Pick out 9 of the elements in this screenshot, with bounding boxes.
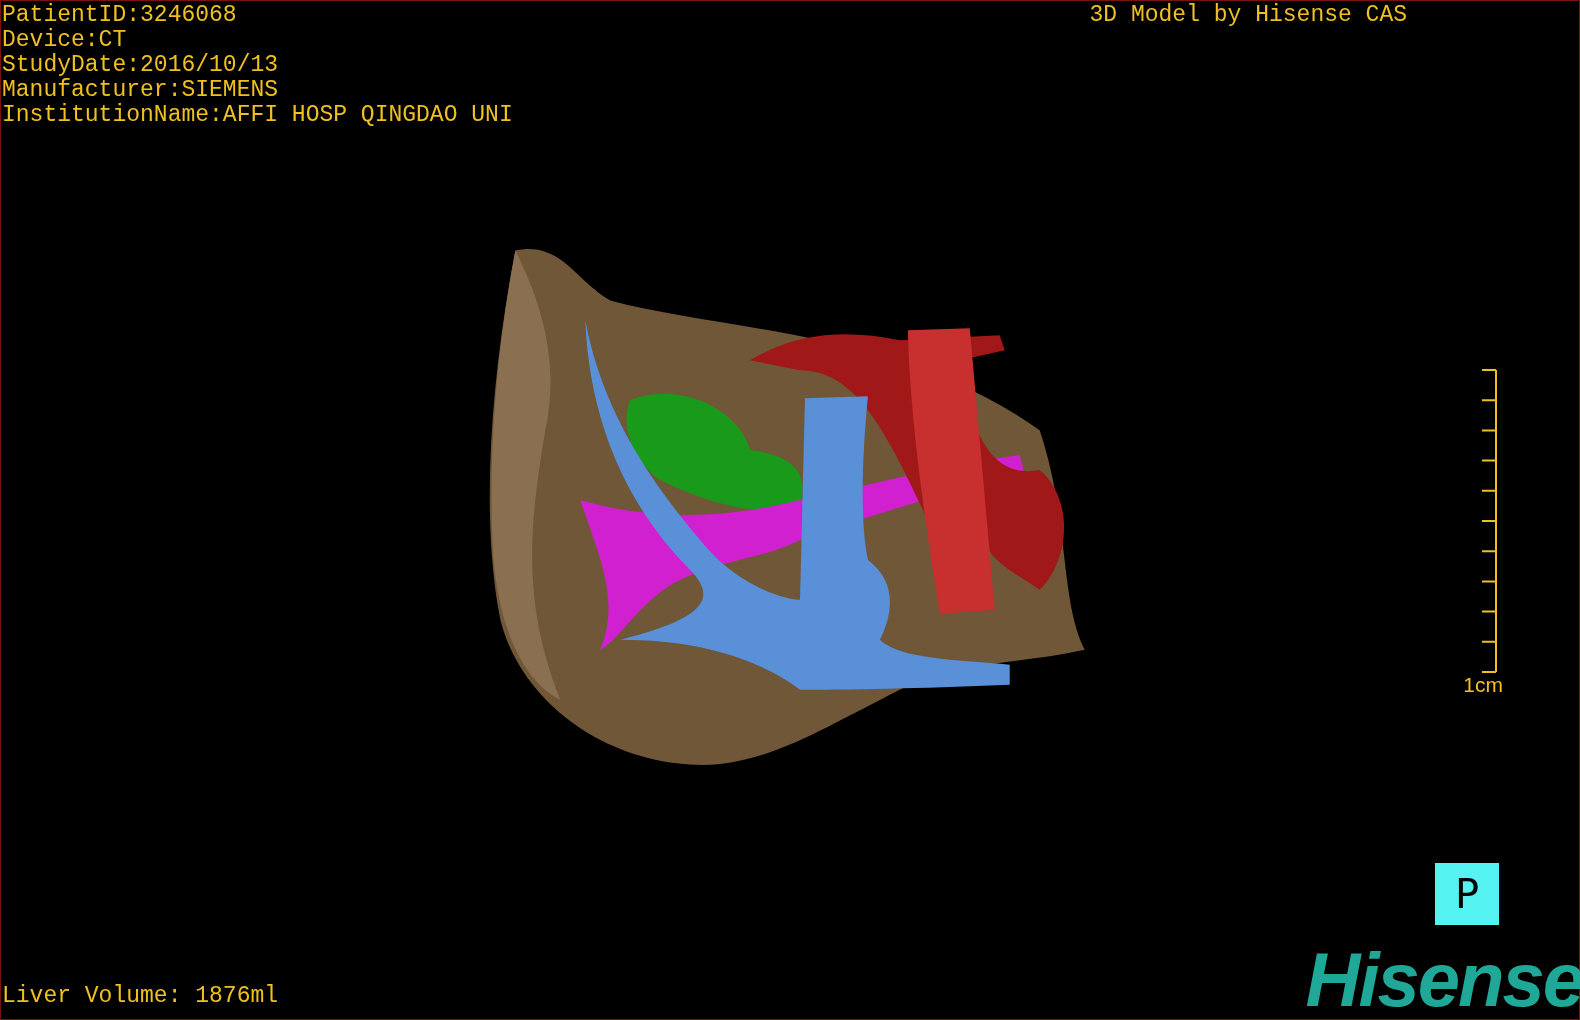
patient-info-text: InstitutionName:AFFI HOSP QINGDAO UNI	[2, 103, 513, 128]
patient-info-text: Manufacturer:SIEMENS	[2, 78, 280, 103]
patient-info-text: PatientID:3246068	[2, 3, 238, 28]
patient-info-text: Device:CT	[2, 28, 128, 53]
viewer-title: 3D Model by Hisense CAS	[1089, 3, 1407, 28]
scale-label: 1cm	[1463, 674, 1503, 696]
orientation-marker: P	[1435, 863, 1499, 925]
patient-info-text: StudyDate:2016/10/13	[2, 53, 280, 78]
liver-volume-text: Liver Volume: 1876ml	[2, 984, 279, 1009]
